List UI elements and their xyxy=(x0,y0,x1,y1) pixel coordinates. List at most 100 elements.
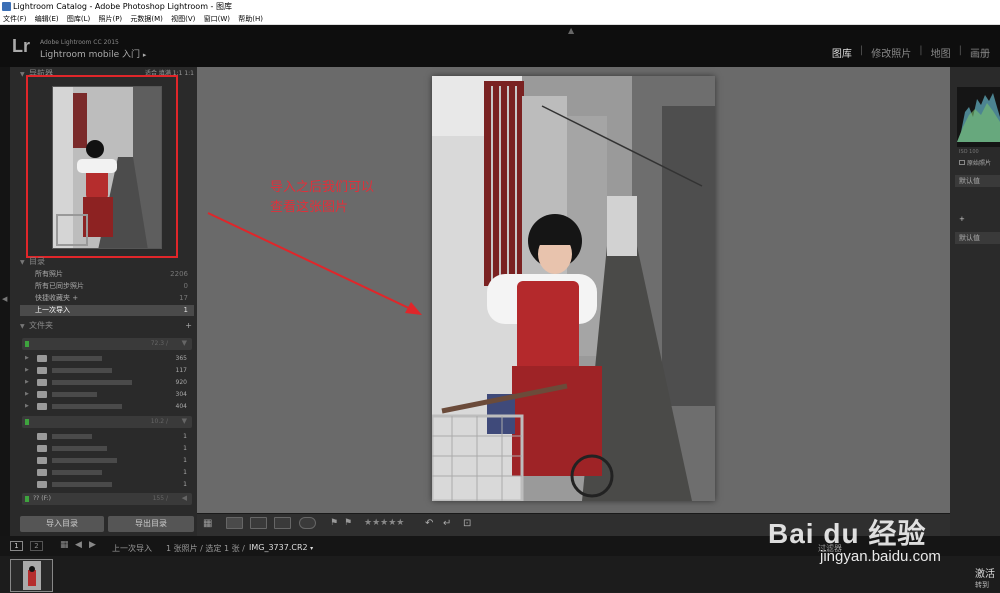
rotate-right-icon[interactable]: ↵ xyxy=(443,518,451,529)
volume-status-led xyxy=(25,496,29,502)
histogram-iso: ISO 100 xyxy=(959,149,979,155)
main-photo-image xyxy=(432,76,715,501)
folder-icon xyxy=(37,445,47,452)
grid-icon[interactable]: ▦ xyxy=(60,540,69,550)
volume-collapse-icon[interactable]: ▼ xyxy=(182,339,187,347)
window-title: Lightroom Catalog - Adobe Photoshop Ligh… xyxy=(13,2,232,11)
folder-count: 920 xyxy=(175,379,187,386)
triangle-down-icon: ▼ xyxy=(20,259,25,266)
main-photo[interactable] xyxy=(432,76,715,501)
filmstrip-thumbnail-image xyxy=(11,560,52,591)
filmstrip-source[interactable]: 上一次导入 xyxy=(112,543,152,554)
folder-name-blurred xyxy=(52,356,102,361)
volume-bar[interactable]: 72.3 / ▼ xyxy=(22,338,192,350)
survey-view-button[interactable] xyxy=(274,517,291,529)
volume-collapse-icon[interactable]: ◀ xyxy=(182,494,187,502)
filmstrip-filename[interactable]: IMG_3737.CR2 ▾ xyxy=(249,543,313,552)
folder-row[interactable]: 1 xyxy=(22,455,192,466)
folder-row[interactable]: 1 xyxy=(22,467,192,478)
module-develop[interactable]: 修改照片 xyxy=(871,45,911,60)
menu-library[interactable]: 图库(L) xyxy=(67,15,90,23)
left-edge[interactable]: ◀ xyxy=(0,67,10,536)
folder-row[interactable]: ▶ 404 xyxy=(22,401,192,412)
folder-name-blurred xyxy=(52,434,92,439)
rotate-left-icon[interactable]: ↶ xyxy=(425,518,433,529)
menu-window[interactable]: 窗口(W) xyxy=(204,15,230,23)
disclosure-icon[interactable]: ▶ xyxy=(25,377,29,388)
filename-label: IMG_3737.CR2 xyxy=(249,543,308,552)
catalog-row-label: 所有已同步照片 xyxy=(35,282,84,290)
folder-count: 117 xyxy=(175,367,187,374)
volume-collapse-icon[interactable]: ▼ xyxy=(182,417,187,425)
menu-help[interactable]: 帮助(H) xyxy=(238,15,263,23)
catalog-header[interactable]: ▼ 目录 xyxy=(20,256,194,268)
module-book[interactable]: 画册 xyxy=(970,45,990,60)
folder-count: 1 xyxy=(183,481,187,488)
folder-count: 1 xyxy=(183,457,187,464)
forward-arrow-icon[interactable]: ▶ xyxy=(89,540,96,550)
folder-name-blurred xyxy=(52,482,112,487)
star-rating[interactable]: ★★★★★ xyxy=(364,518,404,528)
module-library[interactable]: 图库 xyxy=(832,45,852,60)
folder-name-blurred xyxy=(52,380,132,385)
filmstrip-thumbnail[interactable] xyxy=(10,559,53,592)
catalog-row-synced[interactable]: 所有已同步照片 0 xyxy=(20,281,194,292)
add-keyword-button[interactable]: + xyxy=(955,213,1000,225)
compare-view-button[interactable] xyxy=(250,517,267,529)
crop-icon[interactable]: ⊡ xyxy=(463,518,471,529)
people-view-button[interactable] xyxy=(299,517,316,529)
folder-row[interactable]: ▶ 304 xyxy=(22,389,192,400)
folder-icon xyxy=(37,367,47,374)
menu-file[interactable]: 文件(F) xyxy=(3,15,27,23)
original-photo-toggle[interactable]: 原始照片 xyxy=(955,158,1000,170)
folder-row[interactable]: 1 xyxy=(22,431,192,442)
catalog-row-label: 上一次导入 xyxy=(35,306,70,314)
folders-header[interactable]: ▼ 文件夹 + xyxy=(20,320,194,332)
loupe-view-button[interactable] xyxy=(226,517,243,529)
volume-bar[interactable]: 10.2 / ▼ xyxy=(22,416,192,428)
grid-view-icon[interactable]: ▦ xyxy=(203,518,212,529)
catalog-row-last-import[interactable]: 上一次导入 1 xyxy=(20,305,194,316)
import-catalog-button[interactable]: 导入目录 xyxy=(20,516,104,532)
disclosure-icon[interactable]: ▶ xyxy=(25,353,29,364)
folder-row[interactable]: ▶ 920 xyxy=(22,377,192,388)
folder-row[interactable]: 1 xyxy=(22,479,192,490)
metadata-preset[interactable]: 默认值 xyxy=(955,232,1000,244)
folder-row[interactable]: ▶ 365 xyxy=(22,353,192,364)
menu-photo[interactable]: 照片(P) xyxy=(98,15,122,23)
volume-bar[interactable]: ?? (F:) 155 / ◀ xyxy=(22,493,192,505)
module-map[interactable]: 地图 xyxy=(931,45,951,60)
flag-reject-icon[interactable]: ⚑ xyxy=(344,518,352,528)
triangle-down-icon: ▼ xyxy=(20,323,25,330)
catalog-row-quick-collection[interactable]: 快捷收藏夹 + 17 xyxy=(20,293,194,304)
folder-row[interactable]: ▶ 117 xyxy=(22,365,192,376)
catalog-title: 目录 xyxy=(29,257,45,266)
menu-edit[interactable]: 编辑(E) xyxy=(35,15,59,23)
back-arrow-icon[interactable]: ◀ xyxy=(75,540,82,550)
add-folder-button[interactable]: + xyxy=(185,320,192,332)
folder-name-blurred xyxy=(52,458,117,463)
collapse-left-icon[interactable]: ◀ xyxy=(2,295,7,303)
folder-icon xyxy=(37,433,47,440)
folder-count: 304 xyxy=(175,391,187,398)
disclosure-icon[interactable]: ▶ xyxy=(25,389,29,400)
flag-pick-icon[interactable]: ⚑ xyxy=(330,518,338,528)
folder-count: 365 xyxy=(175,355,187,362)
collapse-top-icon[interactable]: ▲ xyxy=(568,26,574,35)
menu-metadata[interactable]: 元数据(M) xyxy=(130,15,163,23)
catalog-row-count: 2206 xyxy=(170,270,188,278)
quick-develop-preset[interactable]: 默认值 xyxy=(955,175,1000,187)
menu-view[interactable]: 视图(V) xyxy=(171,15,195,23)
catalog-row-all-photos[interactable]: 所有照片 2206 xyxy=(20,269,194,280)
disclosure-icon[interactable]: ▶ xyxy=(25,365,29,376)
product-name: Adobe Lightroom CC 2015 xyxy=(40,39,119,46)
window-1-button[interactable]: 1 xyxy=(10,541,23,551)
disclosure-icon[interactable]: ▶ xyxy=(25,401,29,412)
identity-plate-text[interactable]: Lightroom mobile 入门 ▸ xyxy=(40,47,146,60)
folder-row[interactable]: 1 xyxy=(22,443,192,454)
folder-name-blurred xyxy=(52,368,112,373)
histogram[interactable] xyxy=(957,87,1000,147)
histogram-graph xyxy=(957,93,1000,142)
export-catalog-button[interactable]: 导出目录 xyxy=(108,516,194,532)
window-2-button[interactable]: 2 xyxy=(30,541,43,551)
